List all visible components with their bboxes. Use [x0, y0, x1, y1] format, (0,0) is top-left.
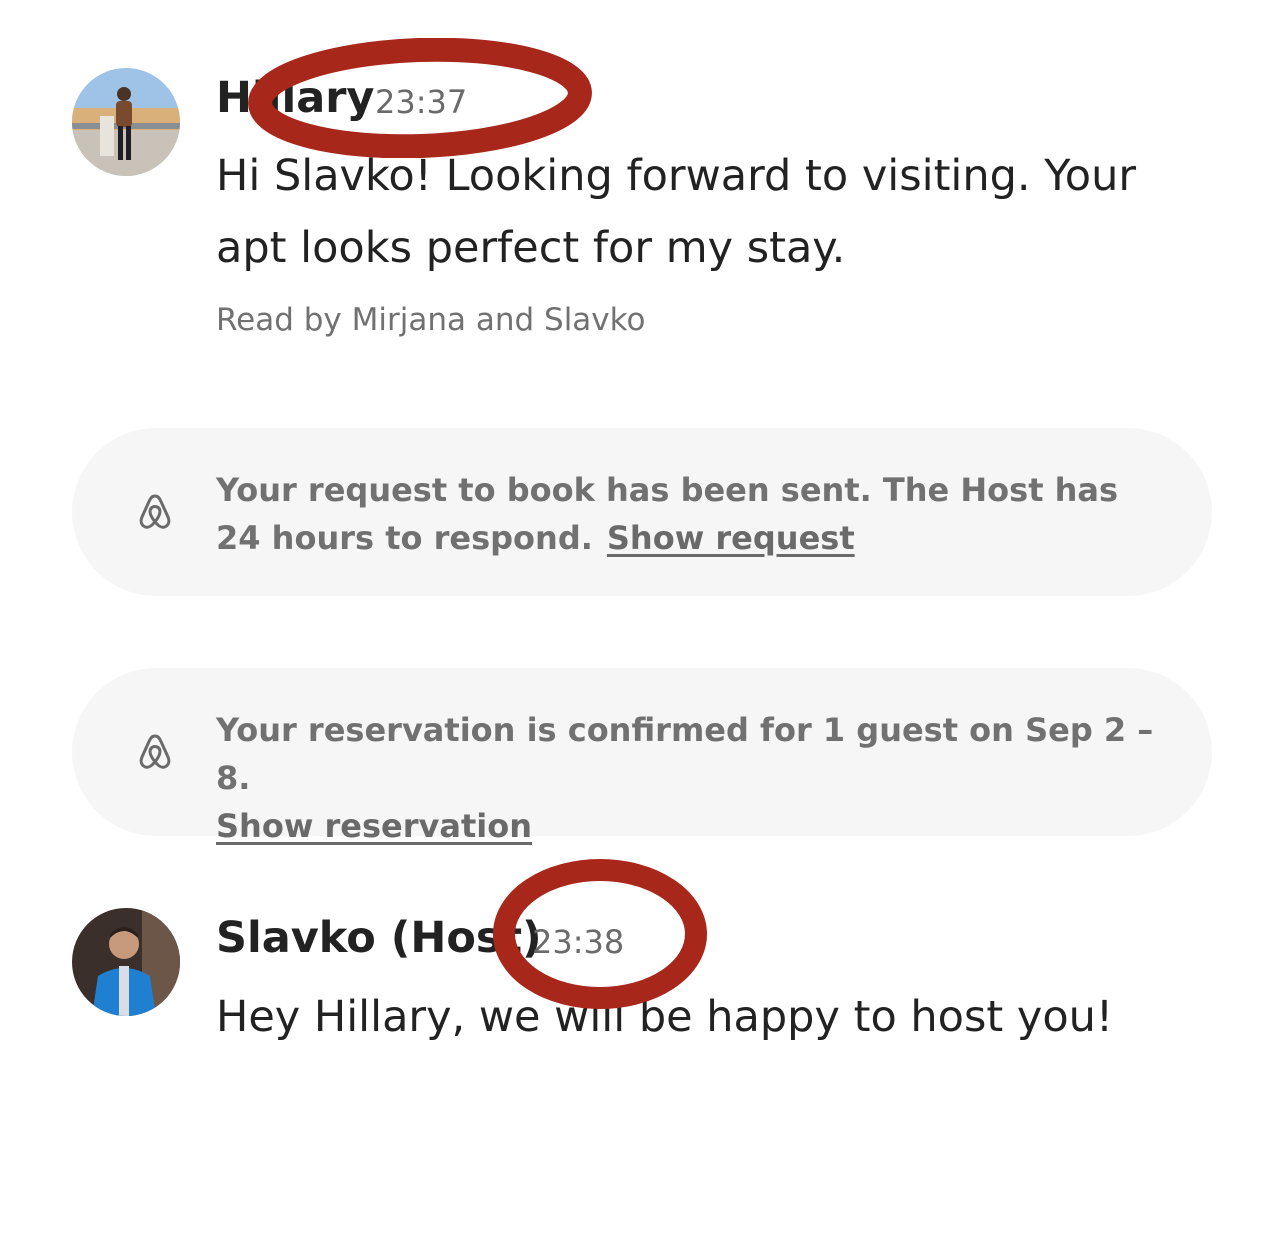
airbnb-logo-icon — [139, 494, 171, 529]
reservation-confirmed-notice: Your reservation is confirmed for 1 gues… — [72, 668, 1212, 845]
notice-text: Your reservation is confirmed for 1 gues… — [216, 706, 1156, 850]
hillary-avatar[interactable] — [72, 68, 180, 176]
message-time: 23:37 — [375, 83, 468, 121]
message-sender: Hillary — [216, 73, 375, 123]
notice-message: Your reservation is confirmed for 1 gues… — [216, 711, 1154, 797]
show-request-link[interactable]: Show request — [607, 519, 855, 557]
message-time: 23:38 — [532, 923, 625, 961]
slavko-avatar[interactable] — [72, 908, 180, 1016]
booking-request-notice: Your request to book has been sent. The … — [72, 428, 1212, 596]
message-text: Hey Hillary, we will be happy to host yo… — [216, 992, 1114, 1042]
notice-text: Your request to book has been sent. The … — [216, 466, 1156, 562]
show-reservation-link[interactable]: Show reservation — [216, 807, 532, 845]
airbnb-logo-icon — [139, 734, 171, 769]
read-receipt: Read by Mirjana and Slavko — [216, 302, 646, 338]
message-text: Hi Slavko! Looking forward to visiting. … — [216, 151, 1137, 273]
message-sender: Slavko (Host) — [216, 913, 542, 963]
